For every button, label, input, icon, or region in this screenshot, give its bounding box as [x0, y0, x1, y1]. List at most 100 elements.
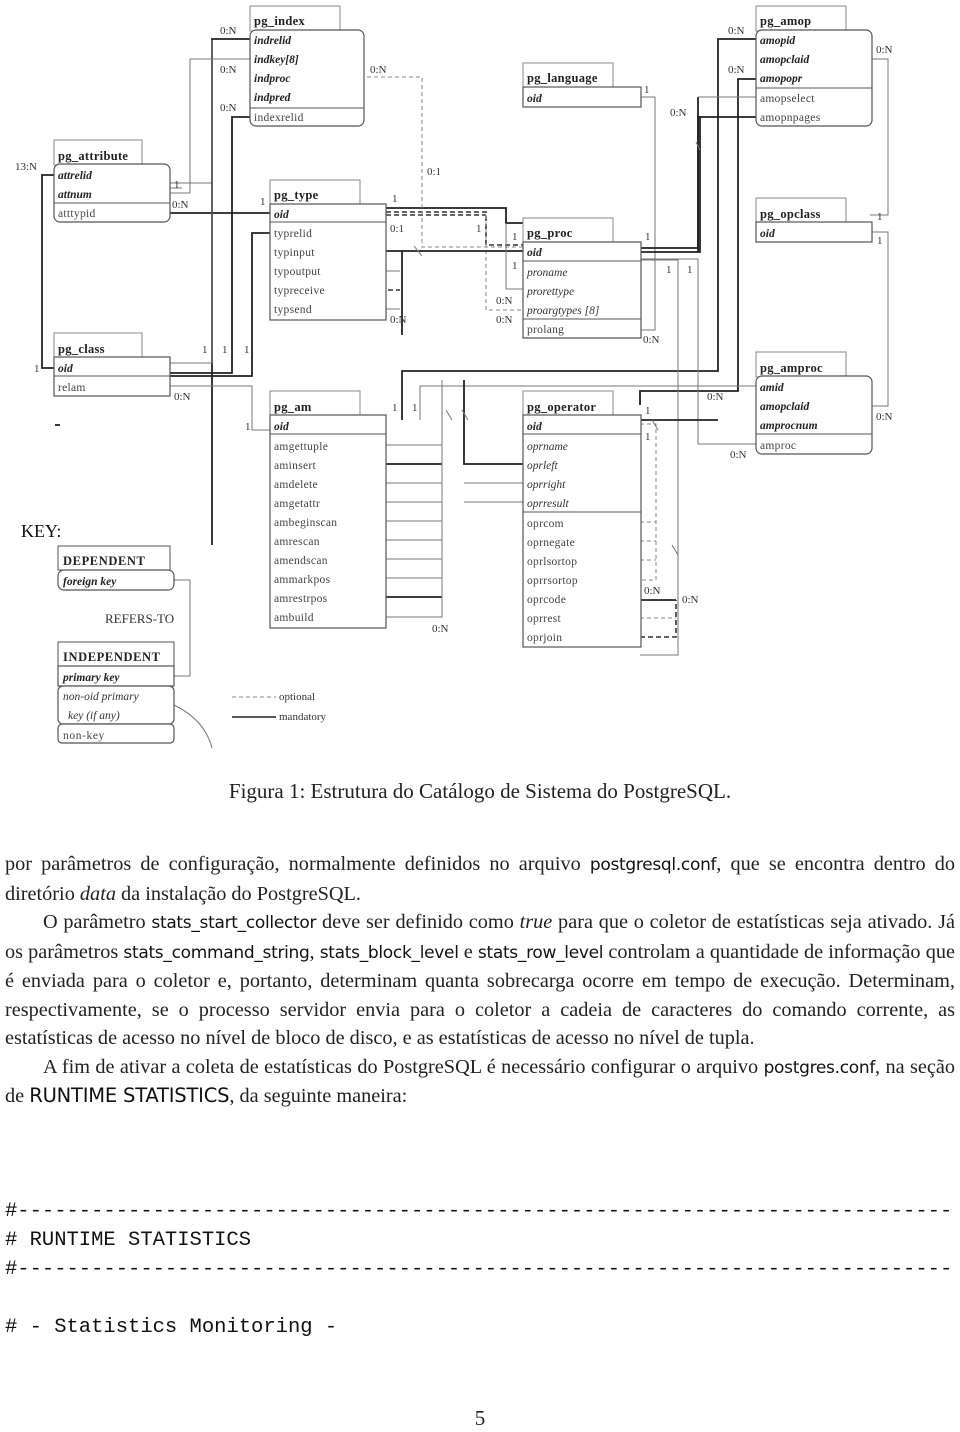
svg-text:1: 1: [645, 431, 651, 443]
svg-text:amprocnum: amprocnum: [760, 420, 818, 432]
figure-caption: Figura 1: Estrutura do Catálogo de Siste…: [228, 779, 732, 803]
svg-text:0:N: 0:N: [370, 64, 387, 76]
svg-text:0:N: 0:N: [728, 64, 745, 76]
svg-text:oid: oid: [760, 228, 775, 240]
svg-text:DEPENDENT: DEPENDENT: [63, 554, 146, 568]
svg-text:relam: relam: [58, 382, 86, 394]
svg-text:0:N: 0:N: [670, 107, 687, 119]
param-stats-row-level: stats_row_level: [477, 942, 604, 963]
svg-text:oprlsortop: oprlsortop: [527, 556, 577, 568]
svg-text:1: 1: [687, 264, 693, 276]
svg-text:amopnpages: amopnpages: [760, 112, 821, 124]
svg-text:INDEPENDENT: INDEPENDENT: [63, 650, 161, 664]
svg-text:amgetattr: amgetattr: [274, 498, 320, 510]
table-pg-attribute: pg_attribute attrelid attnum atttypid: [53, 139, 171, 223]
svg-text:1: 1: [245, 421, 251, 433]
svg-text:0:N: 0:N: [728, 25, 745, 37]
svg-text:key (if any): key (if any): [68, 710, 120, 722]
svg-text:0:N: 0:N: [496, 295, 513, 307]
section-runtime-statistics: RUNTIME STATISTICS: [29, 1084, 230, 1107]
svg-text:oid: oid: [274, 209, 289, 221]
svg-text:pg_class: pg_class: [58, 342, 105, 356]
svg-text:oprnegate: oprnegate: [527, 537, 575, 549]
table-pg-type: pg_type oid typrelid typinput typoutput …: [269, 179, 387, 321]
svg-text:pg_amproc: pg_amproc: [760, 361, 823, 375]
svg-text:oid: oid: [527, 93, 542, 105]
svg-text:typsend: typsend: [274, 304, 312, 316]
svg-text:1: 1: [644, 84, 650, 96]
svg-text:pg_proc: pg_proc: [527, 226, 573, 240]
svg-text:0:1: 0:1: [427, 166, 441, 178]
svg-text:aminsert: aminsert: [274, 460, 317, 472]
paragraph-2: O parâmetro stats_start_collector deve s…: [5, 911, 955, 1049]
svg-text:proargtypes [8]: proargtypes [8]: [526, 305, 599, 317]
filename-postgresql-conf: postgresql.conf: [589, 855, 717, 875]
svg-text:0:N: 0:N: [876, 44, 893, 56]
svg-text:1: 1: [645, 405, 651, 417]
svg-text:primary key: primary key: [62, 672, 120, 684]
svg-text:1: 1: [512, 231, 518, 243]
svg-text:pg_index: pg_index: [254, 14, 305, 28]
svg-text:amproc: amproc: [760, 440, 796, 452]
param-stats-block-level: stats_block_level: [319, 942, 459, 963]
directory-name: data: [79, 882, 116, 905]
svg-text:oprresult: oprresult: [527, 498, 570, 510]
svg-text:pg_am: pg_am: [274, 400, 312, 414]
svg-text:typoutput: typoutput: [274, 266, 321, 278]
svg-text:amopclaid: amopclaid: [760, 401, 809, 413]
svg-text:0:N: 0:N: [643, 334, 660, 346]
table-pg-index: pg_index indrelid indkey[8] indproc indp…: [249, 5, 365, 127]
table-pg-am: pg_am oid amgettuple aminsert amdelete a…: [269, 390, 387, 629]
svg-text:non-key: non-key: [63, 730, 105, 742]
svg-text:1: 1: [392, 402, 398, 414]
code-line: #---------------------------------------…: [5, 1200, 953, 1223]
svg-text:0:N: 0:N: [220, 64, 237, 76]
paragraph-1: por parâmetros de configuração, normalme…: [5, 853, 955, 905]
svg-text:oprleft: oprleft: [527, 460, 558, 472]
svg-text:0:N: 0:N: [174, 391, 191, 403]
svg-text:mandatory: mandatory: [279, 711, 327, 723]
svg-text:indrelid: indrelid: [254, 35, 291, 47]
body-text: por parâmetros de configuração, normalme…: [5, 850, 955, 1111]
value-true: true: [519, 911, 553, 933]
svg-text:0:N: 0:N: [707, 391, 724, 403]
svg-text:1: 1: [34, 363, 40, 375]
svg-text:amendscan: amendscan: [274, 555, 328, 567]
table-pg-amproc: pg_amproc amid amopclaid amprocnum ampro…: [755, 351, 873, 455]
svg-text:indproc: indproc: [254, 73, 290, 85]
svg-text:indexrelid: indexrelid: [254, 112, 304, 124]
svg-text:amopid: amopid: [760, 35, 795, 47]
svg-text:non-oid primary: non-oid primary: [63, 691, 140, 703]
svg-text:ambeginscan: ambeginscan: [274, 517, 337, 529]
svg-text:foreign key: foreign key: [63, 576, 117, 588]
table-pg-operator: pg_operator oid oprname oprleft oprright…: [522, 390, 642, 648]
code-line: #---------------------------------------…: [5, 1258, 953, 1281]
svg-text:amrescan: amrescan: [274, 536, 320, 548]
code-line: # - Statistics Monitoring -: [5, 1316, 338, 1339]
svg-text:0:N: 0:N: [172, 199, 189, 211]
svg-text:0:N: 0:N: [432, 623, 449, 635]
svg-text:oprcode: oprcode: [527, 594, 566, 606]
svg-text:oid: oid: [274, 421, 289, 433]
svg-text:atttypid: atttypid: [58, 208, 96, 220]
svg-text:pg_attribute: pg_attribute: [58, 149, 128, 163]
postgresql-catalog-er-diagram: pg_index indrelid indkey[8] indproc indp…: [15, 5, 893, 749]
svg-text:1: 1: [645, 231, 651, 243]
svg-text:0:N: 0:N: [220, 25, 237, 37]
svg-text:1: 1: [666, 264, 672, 276]
config-code-block: #---------------------------------------…: [5, 1197, 952, 1342]
svg-text:typrelid: typrelid: [274, 228, 312, 240]
svg-text:oprcom: oprcom: [527, 518, 564, 530]
svg-text:amopselect: amopselect: [760, 93, 815, 105]
svg-text:0:N: 0:N: [876, 411, 893, 423]
param-stats-start-collector: stats_start_collector: [151, 913, 317, 933]
svg-text:1: 1: [877, 211, 883, 223]
svg-text:amgettuple: amgettuple: [274, 441, 328, 453]
page-number: 5: [474, 1406, 486, 1430]
table-pg-class: pg_class oid relam: [53, 332, 171, 397]
svg-text:1: 1: [412, 402, 418, 414]
svg-text:indpred: indpred: [254, 92, 291, 104]
svg-text:1: 1: [174, 179, 180, 191]
table-pg-proc: pg_proc oid proname prorettype proargtyp…: [522, 217, 642, 339]
svg-text:1: 1: [476, 223, 482, 235]
